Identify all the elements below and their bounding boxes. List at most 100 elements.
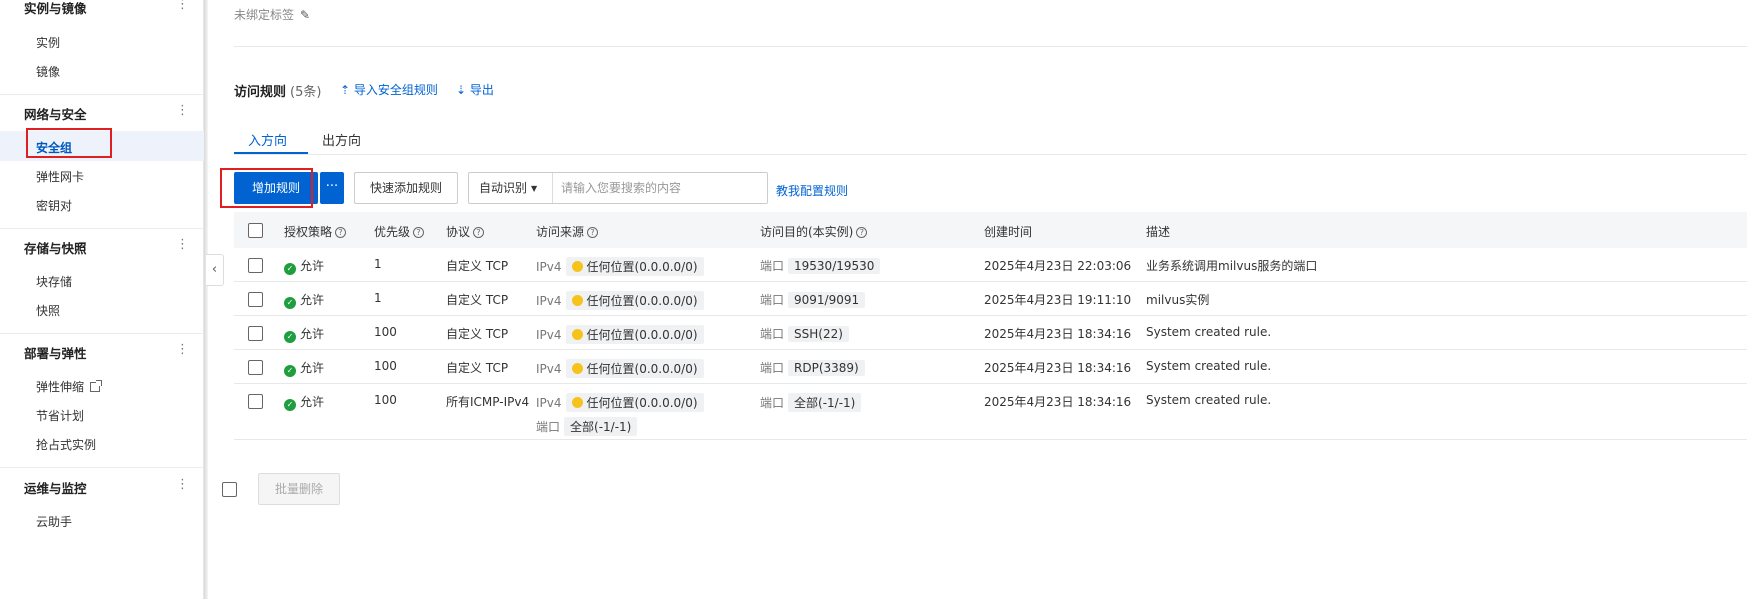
- column-header: 创建时间: [984, 225, 1033, 239]
- any-source-icon: [571, 363, 583, 374]
- external-link-icon: [90, 380, 103, 392]
- policy-cell: ✓ 允许: [284, 291, 324, 309]
- tag-line: 未绑定标签 ✎: [234, 6, 310, 23]
- tab-outbound[interactable]: 出方向: [322, 130, 361, 149]
- column-header: 协议?: [446, 223, 485, 240]
- select-all-checkbox[interactable]: [248, 223, 263, 238]
- tabs-border: [234, 154, 1747, 155]
- tab-inbound[interactable]: 入方向: [248, 130, 287, 149]
- main-content: 未绑定标签 ✎ 访问规则 (5条) ⇡ 导入安全组规则 ⇣ 导出 入方向 出方向 增…: [208, 0, 1747, 599]
- dest-cell: 端口 9091/9091: [760, 291, 866, 308]
- priority-cell: 100: [374, 325, 397, 339]
- row-checkbox[interactable]: [248, 394, 263, 409]
- row-checkbox[interactable]: [248, 360, 263, 375]
- more-actions-button[interactable]: ···: [320, 172, 344, 204]
- any-source-icon: [571, 295, 583, 306]
- priority-cell: 1: [374, 291, 382, 305]
- row-checkbox[interactable]: [248, 258, 263, 273]
- sidebar-divider: [0, 333, 204, 334]
- edit-icon[interactable]: ✎: [300, 8, 310, 22]
- export-link[interactable]: ⇣ 导出: [456, 81, 494, 98]
- search-input[interactable]: [555, 173, 765, 203]
- search-mode-select[interactable]: 自动识别 ▼: [469, 173, 553, 203]
- table-header: 授权策略? 优先级? 协议? 访问来源? 访问目的(本实例)? 创建时间 描述: [234, 212, 1747, 248]
- any-source-icon: [571, 261, 583, 272]
- help-icon[interactable]: ?: [335, 227, 347, 238]
- check-icon: ✓: [284, 297, 296, 309]
- row-checkbox[interactable]: [248, 326, 263, 341]
- help-icon[interactable]: ?: [856, 227, 868, 238]
- column-header: 访问目的(本实例)?: [760, 223, 868, 240]
- help-icon[interactable]: ?: [473, 227, 485, 238]
- sidebar-item-instances[interactable]: 实例: [0, 26, 204, 56]
- protocol-cell: 自定义 TCP: [446, 259, 509, 273]
- check-icon: ✓: [284, 365, 296, 377]
- sidebar-item-block-storage[interactable]: 块存储: [0, 265, 204, 295]
- sidebar-item-spot-instances[interactable]: 抢占式实例: [0, 428, 204, 458]
- source-cell: IPv4 任何位置(0.0.0.0/0): [536, 257, 704, 276]
- protocol-cell: 自定义 TCP: [446, 327, 509, 341]
- highlight-box: [220, 168, 313, 208]
- help-config-link[interactable]: 教我配置规则: [776, 182, 848, 199]
- column-header: 访问来源?: [536, 223, 599, 240]
- help-icon[interactable]: ?: [413, 227, 425, 238]
- any-source-icon: [571, 329, 583, 340]
- check-icon: ✓: [284, 399, 296, 411]
- sidebar-item-cloud-assistant[interactable]: 云助手: [0, 505, 204, 535]
- sidebar-group-title[interactable]: 实例与镜像: [24, 0, 87, 17]
- source-cell: IPv4 任何位置(0.0.0.0/0): [536, 393, 704, 412]
- sidebar-divider: [0, 467, 204, 468]
- sidebar-item-keypair[interactable]: 密钥对: [0, 189, 204, 219]
- desc-cell: milvus实例: [1146, 293, 1210, 307]
- section-divider: [234, 46, 1747, 47]
- table-row: ✓ 允许 100 所有ICMP-IPv4 IPv4 任何位置(0.0.0.0/0) …: [234, 384, 1747, 440]
- column-header: 描述: [1146, 225, 1171, 239]
- dest-cell: 端口 全部(-1/-1): [760, 393, 862, 412]
- tag-text: 未绑定标签: [234, 8, 295, 22]
- any-source-icon: [571, 397, 583, 408]
- sidebar-item-autoscaling[interactable]: 弹性伸缩: [0, 370, 204, 400]
- more-icon[interactable]: ⋮: [176, 104, 189, 118]
- time-cell: 2025年4月23日 18:34:16: [984, 327, 1132, 341]
- column-header: 优先级?: [374, 223, 425, 240]
- source-port-cell: 端口 全部(-1/-1): [536, 417, 638, 436]
- dest-cell: 端口 RDP(3389): [760, 359, 865, 376]
- priority-cell: 100: [374, 393, 397, 407]
- batch-delete-button[interactable]: 批量删除: [258, 473, 340, 505]
- dest-cell: 端口 19530/19530: [760, 257, 881, 274]
- policy-cell: ✓ 允许: [284, 393, 324, 411]
- rules-count: (5条): [290, 85, 322, 100]
- import-icon: ⇡: [340, 83, 351, 97]
- source-cell: IPv4 任何位置(0.0.0.0/0): [536, 325, 704, 344]
- time-cell: 2025年4月23日 19:11:10: [984, 293, 1132, 307]
- sidebar-item-snapshots[interactable]: 快照: [0, 294, 204, 324]
- policy-cell: ✓ 允许: [284, 325, 324, 343]
- sidebar-group-title[interactable]: 运维与监控: [24, 478, 87, 497]
- sidebar-item-savings-plan[interactable]: 节省计划: [0, 399, 204, 429]
- priority-cell: 1: [374, 257, 382, 271]
- more-icon[interactable]: ⋮: [176, 238, 189, 252]
- sidebar-group-title[interactable]: 部署与弹性: [24, 343, 87, 362]
- protocol-cell: 自定义 TCP: [446, 361, 509, 375]
- protocol-cell: 自定义 TCP: [446, 293, 509, 307]
- caret-down-icon: ▼: [531, 184, 538, 193]
- batch-select-checkbox[interactable]: [222, 482, 237, 497]
- time-cell: 2025年4月23日 18:34:16: [984, 395, 1132, 409]
- more-icon[interactable]: ⋮: [176, 343, 189, 357]
- time-cell: 2025年4月23日 22:03:06: [984, 259, 1132, 273]
- sidebar-item-eni[interactable]: 弹性网卡: [0, 160, 204, 190]
- quick-add-rule-button[interactable]: 快速添加规则: [354, 172, 458, 204]
- row-checkbox[interactable]: [248, 292, 263, 307]
- more-icon[interactable]: ⋮: [176, 0, 189, 12]
- import-rules-link[interactable]: ⇡ 导入安全组规则: [340, 81, 438, 98]
- source-cell: IPv4 任何位置(0.0.0.0/0): [536, 291, 704, 310]
- help-icon[interactable]: ?: [587, 227, 599, 238]
- sidebar-divider: [0, 94, 204, 95]
- sidebar-group-title[interactable]: 网络与安全: [24, 104, 87, 123]
- desc-cell: System created rule.: [1146, 393, 1272, 407]
- source-cell: IPv4 任何位置(0.0.0.0/0): [536, 359, 704, 378]
- sidebar-item-images[interactable]: 镜像: [0, 55, 204, 85]
- more-icon[interactable]: ⋮: [176, 478, 189, 492]
- policy-cell: ✓ 允许: [284, 359, 324, 377]
- sidebar-group-title[interactable]: 存储与快照: [24, 238, 87, 257]
